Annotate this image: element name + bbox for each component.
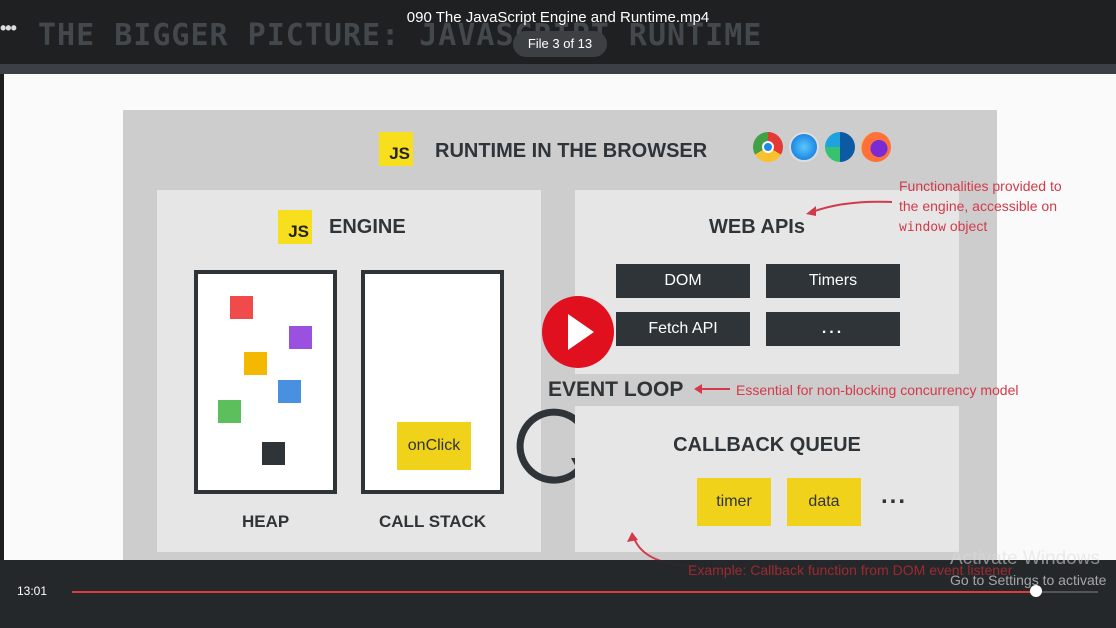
activate-windows-title: Activate Windows	[950, 548, 1100, 569]
web-api-more: ...	[766, 312, 900, 346]
heap-object	[289, 326, 312, 349]
web-apis-note-mono: window	[899, 220, 946, 235]
web-apis-arrow	[806, 200, 893, 216]
web-apis-note-rest: object	[945, 218, 988, 234]
heap-object	[278, 380, 301, 403]
engine-js-logo: JS	[278, 210, 312, 244]
web-apis-heading: WEB APIs	[709, 216, 805, 238]
web-api-fetch: Fetch API	[616, 312, 750, 346]
browser-icons	[753, 132, 891, 162]
heap-object	[244, 352, 267, 375]
seek-bar[interactable]	[72, 585, 1098, 597]
event-loop-label: EVENT LOOP	[548, 378, 684, 401]
heap-box	[194, 270, 337, 494]
call-stack-frame: onClick	[397, 422, 471, 470]
web-api-timers: Timers	[766, 264, 900, 298]
web-apis-note: Functionalities provided to the engine, …	[899, 176, 1062, 238]
js-logo: JS	[379, 132, 413, 166]
engine-heading: ENGINE	[329, 216, 406, 238]
callback-more: ...	[881, 482, 908, 509]
play-icon	[568, 314, 594, 350]
safari-icon	[789, 132, 819, 162]
heap-object	[262, 442, 285, 465]
event-loop-arrow	[694, 384, 730, 394]
web-apis-note-line2: the engine, accessible on	[899, 198, 1057, 214]
heap-object	[230, 296, 253, 319]
slide-header-strip	[0, 64, 1116, 74]
engine-panel: JS ENGINE onClick HEAP CALL STACK	[157, 190, 541, 552]
callback-data: data	[787, 478, 861, 526]
play-button[interactable]	[542, 296, 614, 368]
edge-icon	[825, 132, 855, 162]
callback-queue-heading: CALLBACK QUEUE	[673, 434, 861, 456]
call-stack-label: CALL STACK	[379, 512, 487, 531]
event-loop-note: Essential for non-blocking concurrency m…	[736, 382, 1019, 398]
runtime-heading: RUNTIME IN THE BROWSER	[435, 140, 708, 162]
video-frame[interactable]: JS RUNTIME IN THE BROWSER JS ENGINE onCl…	[4, 74, 1116, 567]
chrome-icon	[753, 132, 783, 162]
top-bar: THE BIGGER PICTURE: JAVASCRIPT RUNTIME •…	[0, 0, 1116, 64]
file-name: 090 The JavaScript Engine and Runtime.mp…	[406, 9, 710, 26]
file-count-badge: File 3 of 13	[513, 31, 607, 57]
seek-bar-played	[72, 591, 1037, 593]
callback-timer: timer	[697, 478, 771, 526]
call-stack-box: onClick	[361, 270, 504, 494]
web-api-dom: DOM	[616, 264, 750, 298]
web-apis-note-line1: Functionalities provided to	[899, 178, 1062, 194]
current-time: 13:01	[17, 584, 48, 598]
heap-object	[218, 400, 241, 423]
activate-windows-subtitle: Go to Settings to activate	[950, 572, 1107, 588]
heap-label: HEAP	[242, 512, 290, 531]
web-apis-note-line3: window object	[899, 216, 1062, 238]
firefox-icon	[861, 132, 891, 162]
